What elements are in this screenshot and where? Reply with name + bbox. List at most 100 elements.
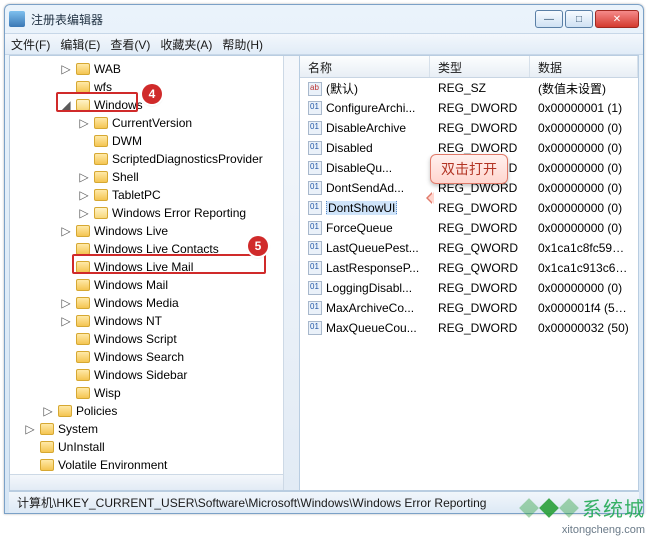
tree-node[interactable]: Windows Search [14, 348, 299, 366]
titlebar: 注册表编辑器 — □ ✕ [5, 5, 643, 33]
menubar: 文件(F) 编辑(E) 查看(V) 收藏夹(A) 帮助(H) [5, 33, 643, 55]
cell-type: REG_DWORD [430, 281, 530, 295]
tree-node[interactable]: Volatile Environment [14, 456, 299, 474]
value-row[interactable]: LoggingDisabl...REG_DWORD0x00000000 (0) [300, 278, 638, 298]
cell-type: REG_DWORD [430, 301, 530, 315]
tree-label: TabletPC [112, 188, 161, 202]
status-path: 计算机\HKEY_CURRENT_USER\Software\Microsoft… [17, 494, 486, 511]
tree-node[interactable]: Wisp [14, 384, 299, 402]
expand-icon[interactable]: ▷ [78, 188, 90, 202]
folder-icon [76, 369, 90, 381]
tree-node[interactable]: DWM [14, 132, 299, 150]
menu-view[interactable]: 查看(V) [110, 36, 150, 53]
tree-node[interactable]: Windows Sidebar [14, 366, 299, 384]
tree-label: DWM [112, 134, 142, 148]
folder-icon [76, 333, 90, 345]
value-row[interactable]: DontShowUIREG_DWORD0x00000000 (0) [300, 198, 638, 218]
tree-node[interactable]: ▷Shell [14, 168, 299, 186]
menu-file[interactable]: 文件(F) [11, 36, 50, 53]
registry-tree[interactable]: 4 5 ▷WABwfs◢Windows▷CurrentVersionDWMScr… [10, 56, 300, 490]
cell-data: 0x00000000 (0) [530, 121, 638, 135]
value-row[interactable]: ForceQueueREG_DWORD0x00000000 (0) [300, 218, 638, 238]
cell-type: REG_SZ [430, 81, 530, 95]
value-row[interactable]: LastResponseP...REG_QWORD0x1ca1c913c6c98… [300, 258, 638, 278]
tree-node[interactable]: ▷Windows Media [14, 294, 299, 312]
tree-scrollbar-vertical[interactable] [283, 56, 299, 490]
collapse-icon[interactable]: ◢ [60, 98, 72, 112]
tree-node[interactable]: ▷CurrentVersion [14, 114, 299, 132]
menu-edit[interactable]: 编辑(E) [60, 36, 100, 53]
tree-node[interactable]: Windows Script [14, 330, 299, 348]
tree-node[interactable]: ▷Windows NT [14, 312, 299, 330]
annotation-badge-5: 5 [248, 236, 268, 256]
expand-icon[interactable]: ▷ [60, 296, 72, 310]
folder-icon [76, 261, 90, 273]
expand-icon[interactable]: ▷ [78, 206, 90, 220]
cell-type: REG_DWORD [430, 121, 530, 135]
app-icon [9, 11, 25, 27]
value-row[interactable]: ConfigureArchi...REG_DWORD0x00000001 (1) [300, 98, 638, 118]
folder-icon [76, 81, 90, 93]
tree-node[interactable]: ▷Windows Error Reporting [14, 204, 299, 222]
dword-value-icon [308, 141, 322, 155]
cell-name: DontSendAd... [300, 181, 430, 196]
dword-value-icon [308, 301, 322, 315]
watermark-text: 系统城 [582, 493, 645, 522]
cell-data: 0x00000000 (0) [530, 161, 638, 175]
tree-node[interactable]: ScriptedDiagnosticsProvider [14, 150, 299, 168]
value-list[interactable]: 名称 类型 数据 (默认)REG_SZ(数值未设置)ConfigureArchi… [300, 56, 638, 490]
cell-name: DontShowUI [300, 201, 430, 216]
expand-icon[interactable]: ▷ [24, 422, 36, 436]
tree-label: Windows Search [94, 350, 184, 364]
maximize-button[interactable]: □ [565, 10, 593, 28]
string-value-icon [308, 82, 322, 96]
cell-data: 0x00000032 (50) [530, 321, 638, 335]
tree-node[interactable]: ▷System [14, 420, 299, 438]
value-row[interactable]: DisableArchiveREG_DWORD0x00000000 (0) [300, 118, 638, 138]
dword-value-icon [308, 241, 322, 255]
tree-node[interactable]: Windows Live Mail [14, 258, 299, 276]
value-row[interactable]: (默认)REG_SZ(数值未设置) [300, 78, 638, 98]
expand-icon[interactable]: ▷ [78, 170, 90, 184]
tree-label: Policies [76, 404, 117, 418]
tree-label: WAB [94, 62, 121, 76]
tree-label: ScriptedDiagnosticsProvider [112, 152, 263, 166]
watermark: 系统城 [522, 493, 645, 522]
column-name[interactable]: 名称 [300, 56, 430, 77]
expand-icon[interactable]: ▷ [60, 224, 72, 238]
tree-label: Volatile Environment [58, 458, 167, 472]
tree-node[interactable]: ▷ Policies [14, 402, 299, 420]
folder-icon [94, 153, 108, 165]
expand-icon[interactable]: ▷ [42, 404, 54, 418]
tree-node[interactable]: Windows Mail [14, 276, 299, 294]
minimize-button[interactable]: — [535, 10, 563, 28]
expand-icon[interactable]: ▷ [78, 116, 90, 130]
value-row[interactable]: LastQueuePest...REG_QWORD0x1ca1c8fc59845… [300, 238, 638, 258]
folder-icon [94, 117, 108, 129]
cell-name: MaxQueueCou... [300, 321, 430, 336]
menu-help[interactable]: 帮助(H) [222, 36, 263, 53]
expand-icon[interactable]: ▷ [60, 62, 72, 76]
cell-name: DisableArchive [300, 121, 430, 136]
value-row[interactable]: MaxArchiveCo...REG_DWORD0x000001f4 (500) [300, 298, 638, 318]
column-type[interactable]: 类型 [430, 56, 530, 77]
cell-data: 0x1ca1c8fc5984597 [530, 241, 638, 255]
tree-scrollbar-horizontal[interactable] [10, 474, 283, 490]
dword-value-icon [308, 161, 322, 175]
tree-node[interactable]: ▷ WAB [14, 60, 299, 78]
tree-node[interactable]: ▷ TabletPC [14, 186, 299, 204]
tree-label: wfs [94, 80, 112, 94]
column-data[interactable]: 数据 [530, 56, 638, 77]
tree-label: UnInstall [58, 440, 105, 454]
folder-icon [58, 405, 72, 417]
close-button[interactable]: ✕ [595, 10, 639, 28]
tree-label: Windows Live Contacts [94, 242, 219, 256]
menu-favorites[interactable]: 收藏夹(A) [160, 36, 212, 53]
cell-type: REG_DWORD [430, 321, 530, 335]
value-row[interactable]: MaxQueueCou...REG_DWORD0x00000032 (50) [300, 318, 638, 338]
tree-label: Windows Script [94, 332, 177, 346]
expand-icon[interactable]: ▷ [60, 314, 72, 328]
dword-value-icon [308, 101, 322, 115]
tree-node[interactable]: UnInstall [14, 438, 299, 456]
window-title: 注册表编辑器 [31, 11, 535, 28]
